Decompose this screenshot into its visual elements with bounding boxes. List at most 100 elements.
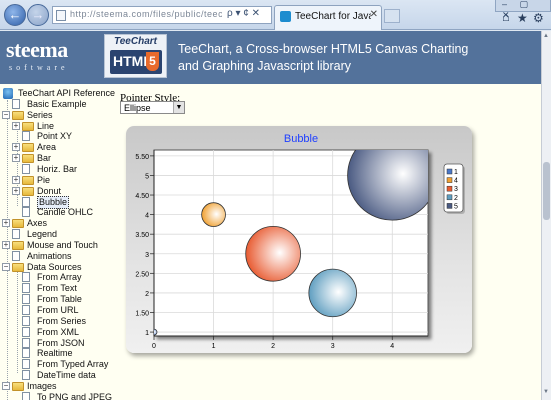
tree-item-label: Candle OHLC	[37, 207, 94, 218]
teechart-html5-logo: TeeChart HTML 5	[104, 34, 167, 78]
tree-item-to-png-and-jpeg[interactable]: To PNG and JPEG	[0, 391, 116, 400]
tree-item-basic-example[interactable]: Basic Example	[0, 98, 116, 110]
address-controls[interactable]: ρ ▾ ¢ ✕	[227, 8, 260, 19]
x-tick-label: 0	[152, 343, 156, 350]
tab-favicon-icon	[280, 11, 291, 22]
new-tab-button[interactable]	[384, 9, 400, 23]
expand-icon[interactable]: +	[12, 175, 20, 184]
expand-icon[interactable]: +	[12, 121, 20, 130]
page-title-line1: TeeChart, a Cross-browser HTML5 Canvas C…	[178, 42, 469, 56]
tree-item-from-json[interactable]: From JSON	[0, 337, 116, 349]
tree-item-realtime[interactable]: Realtime	[0, 348, 116, 359]
folder-icon	[12, 219, 24, 229]
tree-item-label: Data Sources	[27, 261, 82, 272]
scroll-up-icon[interactable]: ▲	[543, 33, 549, 39]
collapse-icon[interactable]: −	[2, 381, 10, 390]
legend-label: 3	[454, 186, 458, 193]
expand-icon[interactable]: +	[12, 186, 20, 195]
expand-icon[interactable]: +	[12, 143, 20, 152]
expand-icon[interactable]: +	[2, 240, 10, 249]
scrollbar-thumb[interactable]	[543, 162, 550, 220]
document-icon	[12, 98, 20, 109]
tree-item-line[interactable]: + Line	[0, 121, 116, 132]
tree-item-label: Line	[37, 120, 55, 131]
window-controls[interactable]: ‒ ▢ ✕	[495, 0, 551, 20]
tree-item-label: Point XY	[37, 131, 73, 142]
tree-item-data-sources[interactable]: − Data Sources	[0, 262, 116, 273]
chevron-down-icon[interactable]: ▼	[173, 102, 184, 113]
legend-label: 4	[454, 178, 458, 185]
back-button[interactable]: ←	[4, 4, 26, 26]
expand-icon[interactable]: +	[12, 154, 20, 163]
tree-item-axes[interactable]: + Axes	[0, 218, 116, 229]
tree-item-from-text[interactable]: From Text	[0, 283, 116, 294]
tab-close-icon[interactable]: ✕	[370, 9, 378, 20]
expand-icon[interactable]: +	[2, 219, 10, 228]
page-scrollbar[interactable]: ▲ ▼	[541, 31, 551, 400]
x-tick-label: 3	[331, 343, 335, 350]
scroll-down-icon[interactable]: ▼	[543, 389, 549, 395]
document-icon	[22, 283, 30, 294]
collapse-icon[interactable]: −	[2, 110, 10, 119]
document-icon	[22, 305, 30, 315]
page-title-line2: and Graphing Javascript library	[178, 59, 351, 73]
tree-item-label: Horiz. Bar	[37, 163, 78, 174]
tree-item-label: TeeChart API Reference	[18, 88, 116, 98]
tree-item-from-series[interactable]: From Series	[0, 315, 116, 327]
x-tick-label: 2	[271, 343, 275, 350]
legend-swatch	[446, 177, 453, 183]
y-tick-label: 2	[145, 291, 149, 298]
bubble-chart[interactable]: Bubble11.5022.5033.5044.5055.500 1 2 3 41432…	[126, 126, 472, 353]
tree-item-pie[interactable]: + Pie	[0, 175, 116, 186]
legend-swatch	[446, 185, 453, 192]
document-icon	[12, 229, 20, 240]
tree-item-from-url[interactable]: From URL	[0, 305, 116, 316]
tree-item-label: Animations	[27, 250, 72, 261]
tree-item-point-xy[interactable]: Point XY	[0, 131, 116, 142]
tree-item-candle-ohlc[interactable]: Candle OHLC	[0, 207, 116, 218]
tree-item-series[interactable]: − Series	[0, 110, 116, 121]
legend-label: 5	[454, 203, 458, 210]
steema-logo[interactable]: steema software	[6, 37, 90, 77]
folder-icon	[12, 110, 24, 120]
tree-item-datetime-data[interactable]: DateTime data	[0, 370, 116, 381]
document-icon	[22, 196, 30, 207]
bubble-point-2	[201, 202, 226, 227]
browser-tab[interactable]: TeeChart for JavaScript. Exa... ✕	[274, 5, 382, 30]
pointer-style-select[interactable]: Ellipse ▼	[120, 101, 185, 114]
tree-item-horiz-bar[interactable]: Horiz. Bar	[0, 163, 116, 175]
teechart-logo-text: TeeChart	[114, 36, 157, 47]
tree-item-label: Legend	[27, 229, 58, 240]
tree-item-label: Images	[27, 380, 57, 391]
address-bar[interactable]: http://steema.com/files/public/teechart/…	[52, 6, 272, 24]
window-controls-glyphs[interactable]: ‒ ▢ ✕	[502, 0, 550, 21]
address-url[interactable]: http://steema.com/files/public/teechart/…	[70, 9, 222, 21]
tree-item-label: Mouse and Touch	[27, 239, 98, 250]
legend-swatch	[446, 203, 453, 209]
tree-item-from-table[interactable]: From Table	[0, 294, 116, 305]
bubble-chart-panel[interactable]: Bubble 1 1.50 2 2.50 3 3.50 4 4.50 5 5.50 0 1 2 3 4 1 4 3 2…	[126, 126, 472, 353]
tree-item-mouse-and-touch[interactable]: + Mouse and Touch	[0, 240, 116, 251]
collapse-icon[interactable]: −	[2, 262, 10, 271]
tree-item-bar[interactable]: + Bar	[0, 153, 116, 164]
folder-icon	[22, 186, 34, 196]
folder-icon	[22, 143, 34, 153]
tree-item-area[interactable]: + Area	[0, 142, 116, 153]
tree-item-animations[interactable]: Animations	[0, 250, 116, 262]
tree-item-from-array[interactable]: From Array	[0, 272, 116, 283]
y-tick-label: 3.50	[135, 232, 149, 239]
html5-badge: HTML 5	[110, 50, 162, 74]
forward-button[interactable]: →	[27, 4, 49, 26]
document-icon	[22, 272, 30, 283]
x-tick-label: 1	[212, 343, 216, 350]
tree-item-from-xml[interactable]: From XML	[0, 326, 116, 338]
tree-item-teechart-api-reference[interactable]: TeeChart API Reference	[0, 88, 116, 99]
tree-item-label: From XML	[37, 326, 80, 337]
tree-item-bubble[interactable]: Bubble	[0, 195, 116, 209]
tree-item-label: Pie	[37, 174, 51, 185]
legend-label: 2	[454, 195, 458, 202]
tree-item-from-typed-array[interactable]: From Typed Array	[0, 359, 116, 370]
document-icon	[22, 207, 30, 218]
tree-item-legend[interactable]: Legend	[0, 229, 116, 240]
tree-item-images[interactable]: − Images	[0, 381, 116, 392]
